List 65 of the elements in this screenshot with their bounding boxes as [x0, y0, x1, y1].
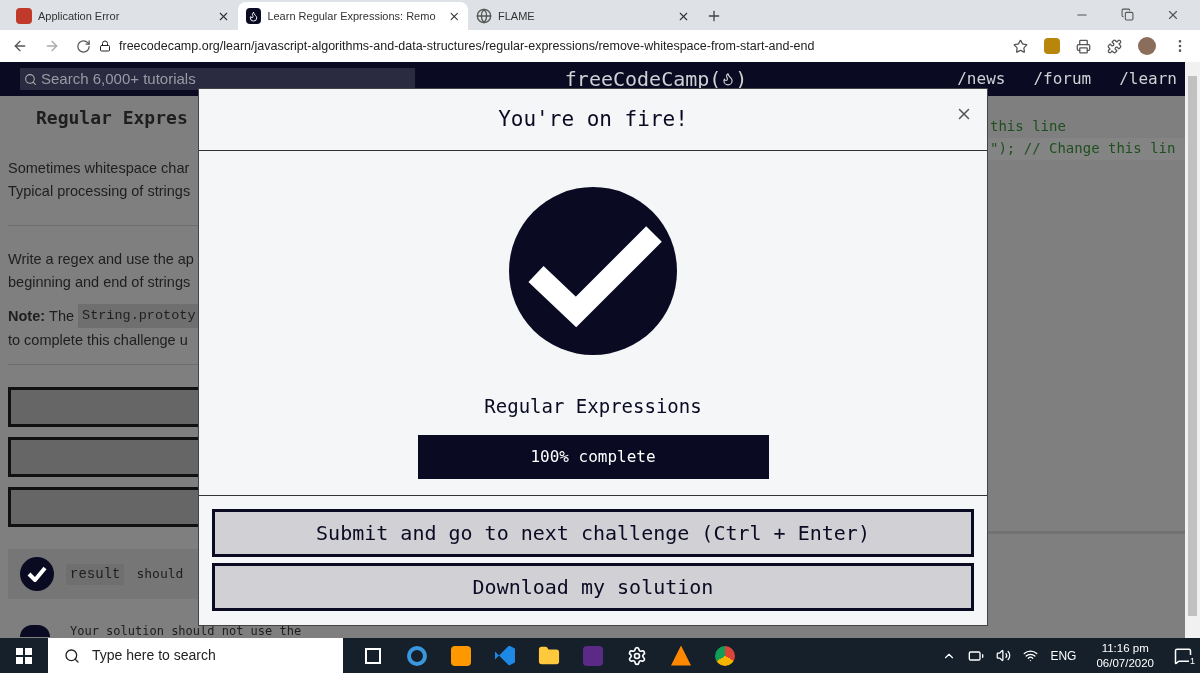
search-placeholder: Search 6,000+ tutorials: [41, 68, 196, 89]
close-icon[interactable]: [1166, 8, 1180, 22]
progress-label: 100% complete: [529, 445, 657, 468]
modal-button[interactable]: Download my solution: [212, 563, 974, 611]
modal-title: You're on fire!: [498, 105, 688, 133]
back-icon[interactable]: [12, 38, 28, 54]
bookmark-star-icon[interactable]: [1013, 38, 1028, 54]
settings-icon[interactable]: [627, 645, 647, 666]
hint-panel[interactable]: [8, 487, 198, 527]
taskbar-search-field[interactable]: Type here to search: [48, 638, 343, 673]
paragraph-line: to complete this challenge u: [8, 331, 189, 350]
logo-text: freeCodeCamp(: [564, 66, 722, 93]
globe-icon: [476, 8, 492, 24]
new-tab-icon[interactable]: [706, 8, 722, 24]
search-field[interactable]: Search 6,000+ tutorials: [20, 68, 415, 90]
language-indicator[interactable]: ENG: [1050, 646, 1077, 665]
check-circle-icon: [508, 186, 678, 356]
note-text: The: [49, 307, 75, 326]
inline-code: result: [66, 563, 125, 585]
reload-icon[interactable]: [76, 38, 91, 54]
tab-title: Application Error: [38, 8, 120, 24]
nav-link[interactable]: /forum: [1033, 67, 1092, 91]
test-text: Your solution should not use the: [70, 624, 302, 638]
lesson-title: Regular Expres: [35, 106, 189, 130]
search-icon: [24, 72, 37, 86]
code-line: this line: [989, 117, 1067, 136]
browser-tab[interactable]: Learn Regular Expressions: Remo: [238, 2, 468, 30]
paragraph-line: Write a regex and use the ap: [8, 250, 195, 269]
paragraph-line: beginning and end of strings: [8, 273, 192, 292]
modal-button[interactable]: Submit and go to next challenge (Ctrl + Enter): [212, 509, 974, 557]
nav-link[interactable]: /learn: [1119, 67, 1177, 91]
clock-time[interactable]: 11:16 pm: [1101, 640, 1149, 656]
test-text: should: [136, 565, 184, 584]
browser-icon[interactable]: [715, 645, 735, 666]
paragraph-line: Sometimes whitespace char: [8, 159, 191, 178]
tab-title: FLAME: [498, 8, 535, 24]
restore-icon[interactable]: [1121, 8, 1134, 21]
profile-avatar[interactable]: [1138, 37, 1156, 55]
speaker-icon[interactable]: [996, 648, 1012, 663]
browser-tab[interactable]: Application Error: [8, 2, 238, 30]
hint-panel[interactable]: [8, 387, 198, 427]
hint-panel[interactable]: [8, 437, 198, 477]
block-name: Regular Expressions: [484, 394, 702, 419]
wifi-icon[interactable]: [1023, 648, 1039, 663]
url-text: freecodecamp.org/learn/javascript-algorithms-and-data-structures/regular-expressions/remove-whitespace-from-start-and-end: [119, 37, 815, 55]
folder-icon[interactable]: [538, 644, 560, 667]
tab-title: Learn Regular Expressions: Remo: [267, 8, 436, 24]
inline-code: String.prototy: [78, 304, 198, 328]
code-editor-icon[interactable]: [495, 645, 515, 666]
browser-icon[interactable]: [407, 645, 427, 666]
logo-text: ): [735, 66, 748, 93]
note-label: Note:: [8, 307, 46, 326]
search-placeholder: Type here to search: [92, 646, 216, 665]
extensions-icon[interactable]: [1107, 38, 1122, 54]
flame-logo-icon: [246, 8, 262, 24]
clock-date[interactable]: 06/07/2020: [1096, 655, 1154, 671]
flame-icon: [721, 72, 736, 86]
nav-link[interactable]: /news: [957, 67, 1006, 91]
search-icon: [64, 647, 80, 664]
browser-tab[interactable]: FLAME: [468, 2, 698, 30]
paragraph-line: Typical processing of strings: [8, 182, 192, 201]
lock-icon: [99, 40, 111, 52]
task-view-icon[interactable]: [365, 647, 381, 664]
scrollbar[interactable]: [1185, 62, 1200, 638]
printer-icon[interactable]: [1076, 38, 1091, 54]
